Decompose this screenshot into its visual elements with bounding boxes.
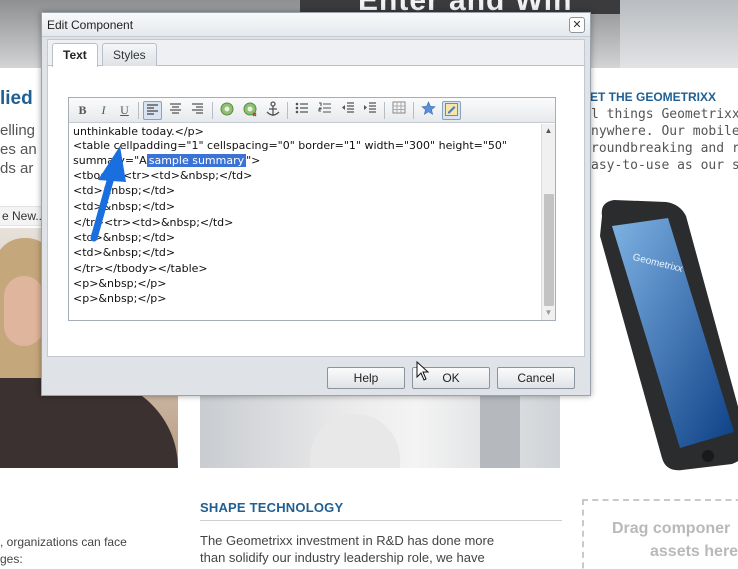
numbered-list-icon[interactable] (315, 101, 334, 120)
shape-divider (200, 520, 562, 521)
toolbar-separator (413, 102, 414, 119)
code-line: <td>&nbsp;</td> (73, 246, 176, 259)
left-bottom-text: ges: (0, 552, 23, 566)
dialog-title: Edit Component (47, 18, 134, 32)
scroll-up-arrow-icon[interactable]: ▲ (542, 126, 555, 136)
shape-body-text: than solidify our industry leadership ro… (200, 550, 485, 565)
code-line: unthinkable today.</p> (73, 125, 204, 138)
shape-technology-heading: SHAPE TECHNOLOGY (200, 500, 344, 515)
drag-drop-hint: Drag componer (612, 520, 731, 537)
drag-drop-hint: assets here (650, 543, 738, 560)
toolbar-separator (212, 102, 213, 119)
right-column-text: asy-to-use as our sha (591, 158, 738, 173)
annotation-arrow-icon (90, 146, 126, 242)
editor-toolbar: B I U (69, 98, 555, 123)
scroll-down-arrow-icon[interactable]: ▼ (542, 308, 555, 318)
left-column-text: ds ar (0, 160, 34, 177)
dialog-titlebar[interactable]: Edit Component ✕ (42, 13, 590, 37)
bullet-list-icon[interactable] (292, 101, 311, 120)
toolbar-separator (384, 102, 385, 119)
anchor-icon[interactable] (263, 101, 282, 120)
bold-icon[interactable]: B (73, 101, 92, 120)
lab-photo (200, 396, 560, 468)
help-button[interactable]: Help (327, 367, 405, 389)
editor-scrollbar[interactable]: ▲ ▼ (541, 124, 555, 320)
table-icon[interactable] (389, 101, 408, 120)
code-line: </tr></tbody></table> (73, 262, 208, 275)
left-bottom-text: , organizations can face (0, 535, 127, 549)
code-line: <p>&nbsp;</p> (73, 292, 167, 305)
special-char-icon[interactable] (419, 101, 438, 120)
toolbar-separator (138, 102, 139, 119)
phone-image (600, 200, 738, 471)
close-icon[interactable]: ✕ (569, 17, 585, 33)
mouse-cursor-icon (416, 361, 430, 381)
tab-text[interactable]: Text (52, 43, 98, 67)
source-edit-icon[interactable] (442, 101, 461, 120)
unlink-icon[interactable] (240, 101, 259, 120)
left-column-heading: lied (0, 88, 33, 109)
hero-right-image (620, 0, 738, 68)
left-column-text: es an (0, 141, 37, 158)
cancel-button[interactable]: Cancel (497, 367, 575, 389)
scrollbar-thumb[interactable] (544, 194, 554, 306)
news-tab-label[interactable]: e New... (2, 209, 45, 223)
indent-icon[interactable] (360, 101, 379, 120)
right-column-heading: ET THE GEOMETRIXX (590, 90, 717, 104)
code-text: "> (246, 154, 261, 167)
underline-icon[interactable]: U (115, 101, 134, 120)
align-right-icon[interactable] (188, 101, 207, 120)
align-left-icon[interactable] (143, 101, 162, 120)
outdent-icon[interactable] (338, 101, 357, 120)
tab-styles[interactable]: Styles (102, 43, 157, 66)
tab-strip: Text Styles (48, 40, 584, 67)
code-line: <p>&nbsp;</p> (73, 277, 167, 290)
selected-text: sample summary (146, 154, 247, 167)
link-icon[interactable] (217, 101, 236, 120)
left-column-text: elling (0, 122, 36, 139)
dialog-button-row: Help OK Cancel (42, 359, 590, 395)
shape-body-text: The Geometrixx investment in R&D has don… (200, 533, 495, 548)
italic-icon[interactable]: I (94, 101, 113, 120)
right-column-text: roundbreaking and re (591, 141, 738, 156)
page: Enter and Win lied elling es an ds ar e … (0, 0, 738, 569)
align-center-icon[interactable] (166, 101, 185, 120)
right-column-text: nywhere. Our mobile a (591, 124, 738, 139)
right-column-text: l things Geometrixx, a (591, 107, 738, 122)
toolbar-separator (287, 102, 288, 119)
